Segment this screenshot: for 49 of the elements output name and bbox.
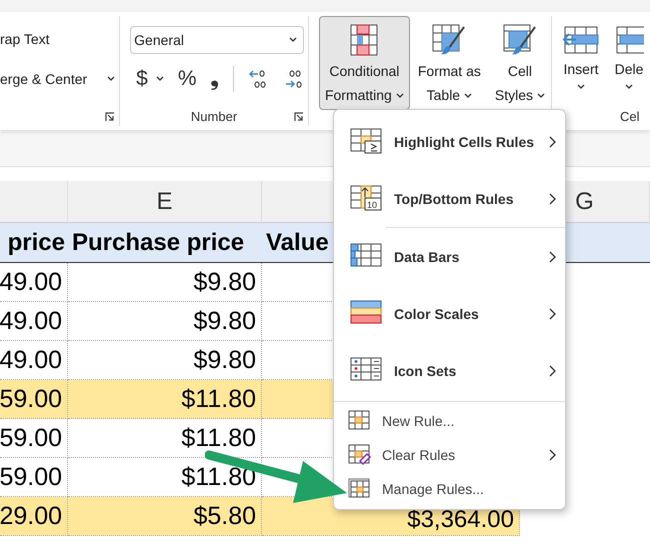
number-format-dropdown[interactable]: General (130, 26, 304, 54)
table-brush-icon (431, 23, 468, 57)
caret-icon (464, 92, 472, 98)
header-cell: Purchase price (68, 223, 262, 263)
caret-icon (156, 76, 164, 82)
cell-brush-icon (502, 23, 538, 57)
dialog-launcher-icon[interactable] (294, 112, 304, 122)
caret-icon (577, 84, 585, 90)
table-cell: $9.80 (68, 302, 262, 341)
delete-cells-icon (614, 25, 644, 55)
caret-icon (107, 76, 116, 82)
group-label: Number (190, 109, 238, 124)
table-cell: $9.80 (68, 263, 262, 302)
group-label: Cel (620, 109, 640, 124)
icon-number: 10 (367, 200, 378, 210)
ribbon-button[interactable]: Conditional Formatting (318, 16, 410, 110)
new-rule-icon (348, 410, 372, 432)
merge-center-button[interactable]: erge & Center (0, 71, 88, 87)
table-cell: $5.80 (68, 497, 262, 536)
table-cell: 59.00 (0, 419, 68, 458)
menu-item[interactable]: Clear Rules (334, 438, 565, 472)
menu-item[interactable]: Color Scales (334, 285, 565, 342)
table-cell: 49.00 (0, 302, 68, 341)
insert-cells-icon (562, 25, 600, 55)
column-header[interactable]: E (68, 181, 262, 223)
clear-rules-icon (348, 444, 372, 466)
table-cell: 49.00 (0, 263, 68, 302)
manage-rules-icon (348, 478, 372, 500)
ribbon-button[interactable]: Format as Table (412, 16, 487, 110)
caret-icon (289, 37, 298, 43)
highlight-rules-icon (350, 128, 384, 156)
menu-item[interactable]: Icon Sets (334, 342, 565, 399)
header-cell: price (0, 223, 68, 263)
table-cell: $11.80 (68, 380, 262, 419)
percent-button[interactable]: % (178, 67, 197, 91)
caret-icon (625, 84, 633, 90)
comma-style-button[interactable]: ❟ (210, 67, 219, 91)
table-cell: $11.80 (68, 419, 262, 458)
caret-icon (537, 92, 545, 98)
currency-button[interactable]: $ (136, 67, 148, 91)
ribbon-button[interactable]: Cell Styles (488, 16, 551, 110)
menu-item[interactable]: New Rule... (334, 404, 565, 438)
top-bottom-rules-icon (350, 184, 384, 212)
table-cell: 29.00 (0, 497, 68, 536)
wrap-text-button[interactable]: rap Text (0, 31, 120, 47)
menu-item[interactable]: Highlight Cells Rules (334, 113, 565, 170)
caret-icon (396, 92, 404, 98)
dialog-launcher-icon[interactable] (105, 112, 116, 122)
table-cell: 59.00 (0, 380, 68, 419)
